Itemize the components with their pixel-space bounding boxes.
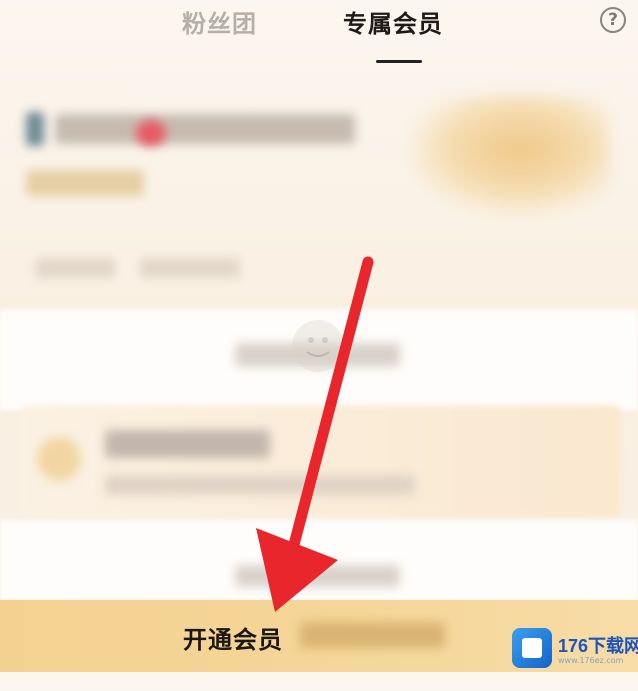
mascot-watermark-icon	[292, 320, 344, 372]
benefit-icon	[37, 437, 81, 481]
top-tab-bar: 粉丝团 专属会员 ?	[0, 0, 638, 80]
active-tab-indicator	[376, 60, 422, 63]
open-membership-label: 开通会员	[183, 626, 283, 654]
blurred-price	[300, 622, 445, 648]
site-watermark: 176下载网 www.176ez.com	[512, 628, 638, 672]
blurred-info-1	[35, 258, 115, 278]
section-band-2	[0, 520, 638, 600]
benefit-row[interactable]	[20, 405, 620, 517]
site-url: www.176ez.com	[558, 656, 624, 665]
tab-fan-club[interactable]: 粉丝团	[182, 4, 257, 39]
help-icon[interactable]: ?	[600, 7, 626, 33]
blurred-username	[55, 114, 355, 144]
avatar	[26, 112, 44, 146]
bottom-strip	[0, 672, 638, 691]
blurred-emoji	[136, 120, 166, 146]
site-logo-icon	[512, 628, 552, 668]
member-page: 粉丝团 专属会员 ? 开通会员 176下载网 www.176ez.com	[0, 0, 638, 691]
blurred-benefit-desc	[105, 475, 415, 495]
site-brand: 176下载网	[558, 636, 638, 656]
tab-exclusive-member[interactable]: 专属会员	[343, 4, 443, 39]
blurred-benefit-title	[105, 430, 270, 458]
blurred-section-title-2	[235, 565, 400, 587]
heart-badge-icon	[410, 95, 610, 215]
blurred-member-tag	[26, 170, 144, 196]
blurred-info-2	[140, 258, 240, 278]
